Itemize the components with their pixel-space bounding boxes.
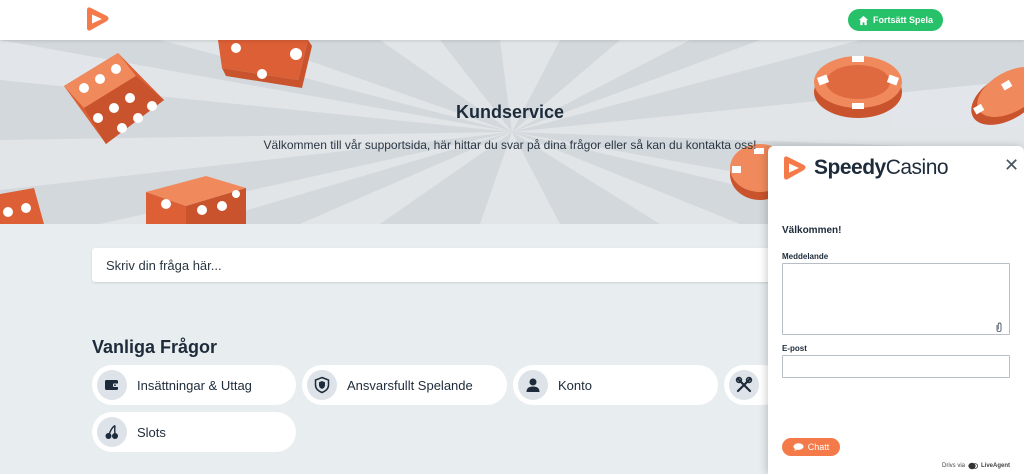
continue-playing-button[interactable]: Fortsätt Spela [848,9,943,31]
faq-heading: Vanliga Frågor [92,337,218,357]
wallet-icon [97,370,127,400]
top-bar: Fortsätt Spela [0,0,1024,40]
dice-icon [218,40,312,88]
faq-category-deposits[interactable]: Insättningar & Uttag [92,365,296,405]
faq-category-slots[interactable]: Slots [92,412,296,452]
brand-light: Casino [885,156,949,179]
cherries-icon [97,417,127,447]
message-label: Meddelande [782,252,829,261]
faq-category-label: Slots [137,424,166,440]
faq-category-responsible-gaming[interactable]: Ansvarsfullt Spelande [302,365,507,405]
search-input[interactable] [106,257,778,273]
email-label: E-post [782,344,807,353]
attachment-icon[interactable] [995,322,1003,333]
speedy-logo-icon [784,156,806,180]
chat-button-label: Chatt [807,442,830,452]
faq-category-label: Ansvarsfullt Spelande [347,377,473,393]
page-title: Kundservice [455,102,565,122]
continue-playing-label: Fortsätt Spela [872,15,933,25]
speedy-logo-icon[interactable] [83,5,111,33]
powered-by-text: Drivs via [942,463,966,469]
liveagent-brand: LiveAgent [981,463,1011,469]
faq-category-account[interactable]: Konto [513,365,718,405]
chat-brand: SpeedyCasino [780,154,949,182]
message-field[interactable] [782,263,1010,335]
home-icon [858,15,869,25]
email-field[interactable] [782,355,1010,378]
shield-icon [307,370,337,400]
chat-widget: SpeedyCasino ✕ Välkommen! Meddelande E-p… [768,146,1024,474]
dice-icon [146,176,246,224]
faq-category-label: Insättningar & Uttag [137,377,252,393]
chat-brand-name: SpeedyCasino [814,156,949,180]
powered-by[interactable]: Drivs via LiveAgent [942,462,1010,470]
faq-category-label: Konto [558,377,592,393]
liveagent-logo-icon [968,462,979,470]
close-icon[interactable]: ✕ [1004,155,1019,176]
speech-bubble-icon [793,443,804,451]
search-box [92,248,792,282]
dice-icon [0,188,44,224]
chat-button[interactable]: Chatt [782,438,840,456]
brand-bold: Speedy [814,156,886,179]
user-icon [518,370,548,400]
tools-icon [729,370,759,400]
chat-welcome-text: Välkommen! [782,225,842,236]
